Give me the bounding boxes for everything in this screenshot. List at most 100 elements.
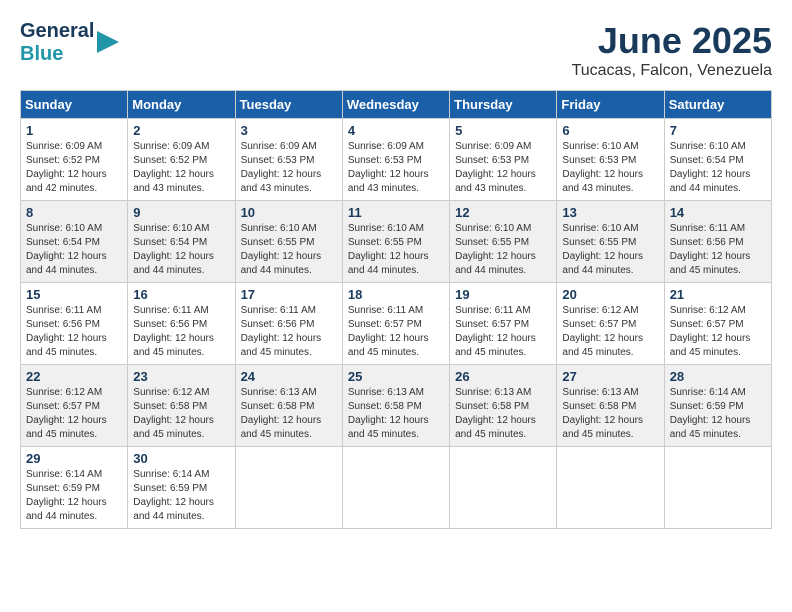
- calendar-cell: 23 Sunrise: 6:12 AM Sunset: 6:58 PM Dayli…: [128, 365, 235, 447]
- col-header-monday: Monday: [128, 91, 235, 119]
- col-header-sunday: Sunday: [21, 91, 128, 119]
- day-number: 12: [455, 205, 551, 220]
- day-info: Sunrise: 6:13 AM Sunset: 6:58 PM Dayligh…: [562, 386, 658, 442]
- col-header-tuesday: Tuesday: [235, 91, 342, 119]
- day-info: Sunrise: 6:13 AM Sunset: 6:58 PM Dayligh…: [241, 386, 337, 442]
- calendar-week-4: 22Sunrise: 6:12 AM Sunset: 6:57 PM Dayli…: [21, 365, 772, 447]
- calendar-cell: 6 Sunrise: 6:10 AM Sunset: 6:53 PM Daylig…: [557, 119, 664, 201]
- location-subtitle: Tucacas, Falcon, Venezuela: [572, 62, 772, 80]
- logo-general: General: [20, 20, 94, 43]
- logo-blue: Blue: [20, 43, 94, 66]
- day-number: 7: [670, 123, 766, 138]
- calendar-cell: 27 Sunrise: 6:13 AM Sunset: 6:58 PM Dayli…: [557, 365, 664, 447]
- day-number: 1: [26, 123, 122, 138]
- day-info: Sunrise: 6:11 AM Sunset: 6:57 PM Dayligh…: [455, 304, 551, 360]
- col-header-saturday: Saturday: [664, 91, 771, 119]
- page-header: General Blue June 2025 Tucacas, Falcon, …: [20, 20, 772, 80]
- day-info: Sunrise: 6:11 AM Sunset: 6:56 PM Dayligh…: [26, 304, 122, 360]
- calendar-cell: 1 Sunrise: 6:09 AM Sunset: 6:52 PM Daylig…: [21, 119, 128, 201]
- calendar-cell: 14Sunrise: 6:11 AM Sunset: 6:56 PM Dayli…: [664, 201, 771, 283]
- calendar-cell: 26 Sunrise: 6:13 AM Sunset: 6:58 PM Dayli…: [450, 365, 557, 447]
- day-number: 29: [26, 451, 122, 466]
- day-number: 8: [26, 205, 122, 220]
- day-number: 3: [241, 123, 337, 138]
- day-number: 6: [562, 123, 658, 138]
- day-number: 16: [133, 287, 229, 302]
- calendar-cell: 30 Sunrise: 6:14 AM Sunset: 6:59 PM Dayli…: [128, 447, 235, 529]
- day-info: Sunrise: 6:10 AM Sunset: 6:54 PM Dayligh…: [26, 222, 122, 278]
- calendar-cell: 29 Sunrise: 6:14 AM Sunset: 6:59 PM Dayli…: [21, 447, 128, 529]
- calendar-cell: 15 Sunrise: 6:11 AM Sunset: 6:56 PM Dayli…: [21, 283, 128, 365]
- day-info: Sunrise: 6:10 AM Sunset: 6:55 PM Dayligh…: [241, 222, 337, 278]
- day-number: 14: [670, 205, 766, 220]
- day-info: Sunrise: 6:09 AM Sunset: 6:53 PM Dayligh…: [348, 140, 444, 196]
- day-number: 13: [562, 205, 658, 220]
- calendar-cell: [557, 447, 664, 529]
- day-number: 10: [241, 205, 337, 220]
- day-number: 22: [26, 369, 122, 384]
- calendar-cell: 20Sunrise: 6:12 AM Sunset: 6:57 PM Dayli…: [557, 283, 664, 365]
- day-info: Sunrise: 6:13 AM Sunset: 6:58 PM Dayligh…: [348, 386, 444, 442]
- day-number: 9: [133, 205, 229, 220]
- day-info: Sunrise: 6:12 AM Sunset: 6:58 PM Dayligh…: [133, 386, 229, 442]
- calendar-week-2: 8 Sunrise: 6:10 AM Sunset: 6:54 PM Daylig…: [21, 201, 772, 283]
- day-info: Sunrise: 6:14 AM Sunset: 6:59 PM Dayligh…: [133, 468, 229, 524]
- day-info: Sunrise: 6:10 AM Sunset: 6:55 PM Dayligh…: [348, 222, 444, 278]
- day-number: 5: [455, 123, 551, 138]
- day-number: 26: [455, 369, 551, 384]
- calendar-cell: 13 Sunrise: 6:10 AM Sunset: 6:55 PM Dayli…: [557, 201, 664, 283]
- day-info: Sunrise: 6:12 AM Sunset: 6:57 PM Dayligh…: [670, 304, 766, 360]
- calendar-cell: 22Sunrise: 6:12 AM Sunset: 6:57 PM Dayli…: [21, 365, 128, 447]
- logo-icon: [97, 31, 119, 53]
- calendar-cell: 2Sunrise: 6:09 AM Sunset: 6:52 PM Daylig…: [128, 119, 235, 201]
- calendar-cell: [450, 447, 557, 529]
- month-title: June 2025: [572, 20, 772, 62]
- day-info: Sunrise: 6:09 AM Sunset: 6:53 PM Dayligh…: [241, 140, 337, 196]
- day-info: Sunrise: 6:10 AM Sunset: 6:53 PM Dayligh…: [562, 140, 658, 196]
- logo: General Blue: [20, 20, 119, 66]
- day-number: 19: [455, 287, 551, 302]
- calendar-cell: 3 Sunrise: 6:09 AM Sunset: 6:53 PM Daylig…: [235, 119, 342, 201]
- day-info: Sunrise: 6:13 AM Sunset: 6:58 PM Dayligh…: [455, 386, 551, 442]
- calendar-cell: 18 Sunrise: 6:11 AM Sunset: 6:57 PM Dayli…: [342, 283, 449, 365]
- title-section: June 2025 Tucacas, Falcon, Venezuela: [572, 20, 772, 80]
- day-info: Sunrise: 6:10 AM Sunset: 6:54 PM Dayligh…: [670, 140, 766, 196]
- calendar-cell: 9 Sunrise: 6:10 AM Sunset: 6:54 PM Daylig…: [128, 201, 235, 283]
- day-info: Sunrise: 6:09 AM Sunset: 6:52 PM Dayligh…: [26, 140, 122, 196]
- calendar-week-3: 15 Sunrise: 6:11 AM Sunset: 6:56 PM Dayli…: [21, 283, 772, 365]
- day-number: 23: [133, 369, 229, 384]
- day-info: Sunrise: 6:11 AM Sunset: 6:56 PM Dayligh…: [241, 304, 337, 360]
- day-number: 28: [670, 369, 766, 384]
- day-info: Sunrise: 6:11 AM Sunset: 6:56 PM Dayligh…: [133, 304, 229, 360]
- calendar-cell: 8 Sunrise: 6:10 AM Sunset: 6:54 PM Daylig…: [21, 201, 128, 283]
- day-info: Sunrise: 6:10 AM Sunset: 6:55 PM Dayligh…: [455, 222, 551, 278]
- day-number: 27: [562, 369, 658, 384]
- col-header-wednesday: Wednesday: [342, 91, 449, 119]
- day-number: 17: [241, 287, 337, 302]
- day-number: 20: [562, 287, 658, 302]
- calendar-cell: 16 Sunrise: 6:11 AM Sunset: 6:56 PM Dayli…: [128, 283, 235, 365]
- col-header-thursday: Thursday: [450, 91, 557, 119]
- calendar-cell: 24 Sunrise: 6:13 AM Sunset: 6:58 PM Dayli…: [235, 365, 342, 447]
- calendar-cell: 17 Sunrise: 6:11 AM Sunset: 6:56 PM Dayli…: [235, 283, 342, 365]
- day-info: Sunrise: 6:14 AM Sunset: 6:59 PM Dayligh…: [26, 468, 122, 524]
- day-number: 18: [348, 287, 444, 302]
- day-number: 11: [348, 205, 444, 220]
- day-number: 21: [670, 287, 766, 302]
- calendar-cell: 4Sunrise: 6:09 AM Sunset: 6:53 PM Daylig…: [342, 119, 449, 201]
- day-info: Sunrise: 6:10 AM Sunset: 6:55 PM Dayligh…: [562, 222, 658, 278]
- calendar-cell: 25Sunrise: 6:13 AM Sunset: 6:58 PM Dayli…: [342, 365, 449, 447]
- day-info: Sunrise: 6:11 AM Sunset: 6:57 PM Dayligh…: [348, 304, 444, 360]
- calendar-cell: [342, 447, 449, 529]
- calendar-cell: 21 Sunrise: 6:12 AM Sunset: 6:57 PM Dayli…: [664, 283, 771, 365]
- day-number: 15: [26, 287, 122, 302]
- calendar-header-row: SundayMondayTuesdayWednesdayThursdayFrid…: [21, 91, 772, 119]
- col-header-friday: Friday: [557, 91, 664, 119]
- calendar-week-1: 1 Sunrise: 6:09 AM Sunset: 6:52 PM Daylig…: [21, 119, 772, 201]
- day-info: Sunrise: 6:10 AM Sunset: 6:54 PM Dayligh…: [133, 222, 229, 278]
- day-info: Sunrise: 6:09 AM Sunset: 6:52 PM Dayligh…: [133, 140, 229, 196]
- day-number: 30: [133, 451, 229, 466]
- day-number: 24: [241, 369, 337, 384]
- calendar-cell: 7 Sunrise: 6:10 AM Sunset: 6:54 PM Daylig…: [664, 119, 771, 201]
- calendar-cell: 28Sunrise: 6:14 AM Sunset: 6:59 PM Dayli…: [664, 365, 771, 447]
